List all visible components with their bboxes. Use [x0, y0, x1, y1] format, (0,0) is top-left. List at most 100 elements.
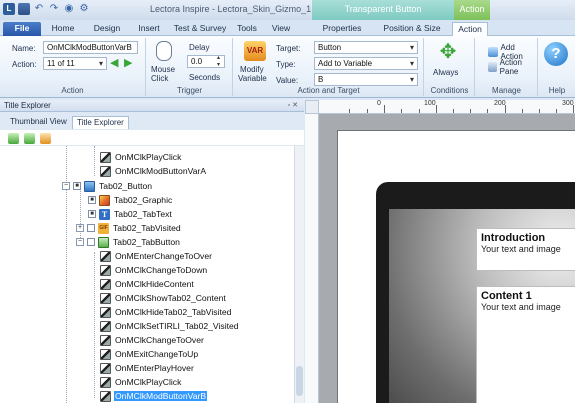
tab-file[interactable]: File	[3, 22, 41, 36]
lectora-logo-icon[interactable]: L	[3, 3, 15, 15]
filter-icon[interactable]	[40, 133, 51, 144]
ruler-label: 300	[562, 100, 574, 107]
visibility-checkbox[interactable]	[88, 196, 96, 204]
tab-title-explorer[interactable]: Title Explorer	[72, 116, 129, 129]
tree-item-selected[interactable]: OnMClkModButtonVarB	[100, 389, 208, 403]
tree-item[interactable]: Tab02_Graphic	[88, 193, 173, 207]
tab-position-size[interactable]: Position & Size	[378, 22, 446, 36]
tree-item[interactable]: OnMClkHideTab02_TabVisited	[100, 305, 232, 319]
tree-item[interactable]: OnMEnterPlayHover	[100, 361, 195, 375]
tab-thumbnail-view[interactable]: Thumbnail View	[6, 116, 71, 129]
tree-item[interactable]: OnMClkSetTIRLI_Tab02_Visited	[100, 319, 240, 333]
tree-item[interactable]: − Tab02_Button	[62, 179, 153, 193]
modify-variable-icon[interactable]: VAR	[244, 41, 266, 61]
value-input[interactable]: B	[314, 73, 418, 86]
collapse-toggle-icon[interactable]: −	[62, 182, 70, 190]
delay-input[interactable]: 0.0	[187, 55, 225, 69]
tab-design[interactable]: Design	[88, 22, 126, 36]
undo-icon[interactable]: ↶	[33, 3, 45, 15]
mouse-icon[interactable]	[156, 41, 172, 61]
tree-connector	[94, 146, 95, 176]
previous-action-arrow-icon[interactable]: ◀	[110, 56, 118, 69]
modify-variable-label[interactable]: Modify	[240, 65, 264, 74]
context-tab-action-header: Action	[454, 0, 490, 20]
visibility-checkbox[interactable]	[87, 238, 95, 246]
collapse-toggle-icon[interactable]: −	[76, 238, 84, 246]
tree-item[interactable]: OnMExitChangeToUp	[100, 347, 199, 361]
help-icon[interactable]: ?	[544, 42, 568, 66]
tab-insert[interactable]: Insert	[134, 22, 164, 36]
seconds-label: Seconds	[189, 73, 221, 82]
action-index-select[interactable]: 11 of 11	[43, 57, 107, 70]
title-bar: L ↶ ↷ ◉ ⚙ Lectora Inspire - Lectora_Skin…	[0, 0, 575, 20]
help-group: ? Help	[539, 38, 575, 96]
visibility-checkbox[interactable]	[88, 210, 96, 218]
window-title: Lectora Inspire - Lectora_Skin_Gizmo_1	[150, 4, 312, 14]
expand-all-icon[interactable]	[8, 133, 19, 144]
card-body: Your text and image	[481, 244, 561, 254]
publish-icon[interactable]: ◉	[63, 3, 75, 15]
visibility-checkbox[interactable]	[87, 224, 95, 232]
tree-item[interactable]: OnMClkModButtonVarA	[100, 164, 207, 178]
trigger-group-label: Trigger	[176, 86, 203, 95]
horizontal-ruler: 0 100 200 300	[319, 100, 575, 114]
tree-item[interactable]: OnMEnterChangeToOver	[100, 249, 213, 263]
next-action-arrow-icon[interactable]: ▶	[124, 56, 132, 69]
button-icon	[84, 180, 95, 192]
conditions-group-label: Conditions	[430, 86, 469, 95]
card-title: Content 1	[481, 290, 532, 302]
type-select[interactable]: Add to Variable	[314, 57, 418, 70]
tree-item[interactable]: T Tab02_TabText	[88, 207, 173, 221]
page-canvas: Introduction Your text and image Content…	[319, 114, 575, 403]
tree-item[interactable]: + GIF Tab02_TabVisited	[76, 221, 182, 235]
scrollbar-thumb[interactable]	[296, 366, 303, 396]
target-select[interactable]: Button	[314, 41, 418, 54]
mouse-click-label-2[interactable]: Click	[151, 74, 168, 83]
mouse-click-label[interactable]: Mouse	[151, 65, 175, 74]
always-label[interactable]: Always	[433, 68, 458, 77]
tree-scrollbar[interactable]	[294, 146, 304, 403]
action-label: Action:	[12, 60, 37, 69]
name-label: Name:	[12, 44, 36, 53]
text-icon: T	[99, 208, 110, 220]
visibility-checkbox[interactable]	[73, 182, 81, 190]
tree-item[interactable]: − Tab02_TabButton	[76, 235, 181, 249]
tree-item[interactable]: OnMClkChangeToOver	[100, 333, 205, 347]
title-explorer-tree: OnMClkPlayClick OnMClkModButtonVarA − Ta…	[0, 146, 294, 403]
type-label: Type:	[276, 60, 296, 69]
explorer-toolbar	[0, 130, 304, 146]
action-pane-icon	[488, 62, 497, 72]
quick-access-toolbar: L ↶ ↷ ◉ ⚙	[3, 3, 90, 15]
content-card-content-1[interactable]: Content 1 Your text and image	[476, 286, 575, 403]
image-icon	[99, 194, 110, 206]
tree-item[interactable]: OnMClkShowTab02_Content	[100, 291, 227, 305]
event-icon	[100, 292, 111, 304]
pin-icon[interactable]: ▫ ✕	[288, 100, 298, 112]
tree-item[interactable]: OnMClkPlayClick	[100, 375, 182, 389]
tab-test-survey[interactable]: Test & Survey	[172, 22, 228, 36]
tree-item[interactable]: OnMClkHideContent	[100, 277, 195, 291]
modify-variable-label-2[interactable]: Variable	[238, 74, 267, 83]
tree-item[interactable]: OnMClkChangeToDown	[100, 263, 208, 277]
save-icon[interactable]	[18, 3, 30, 15]
redo-icon[interactable]: ↷	[48, 3, 60, 15]
target-label: Target:	[276, 44, 301, 53]
content-card-introduction[interactable]: Introduction Your text and image	[476, 228, 575, 271]
customize-gear-icon[interactable]: ⚙	[78, 3, 90, 15]
tab-view[interactable]: View	[268, 22, 294, 36]
action-pane-button[interactable]: Action Pane	[488, 58, 537, 76]
collapse-all-icon[interactable]	[24, 133, 35, 144]
ribbon: Name: OnMClkModButtonVarB Action: 11 of …	[0, 36, 575, 98]
tree-item[interactable]: OnMClkPlayClick	[100, 150, 182, 164]
always-arrows-icon[interactable]: ✥	[436, 41, 460, 65]
tab-action[interactable]: Action	[452, 22, 488, 36]
action-name-input[interactable]: OnMClkModButtonVarB	[43, 41, 138, 54]
event-icon	[100, 165, 111, 177]
ruler-label: 0	[377, 100, 381, 107]
expand-toggle-icon[interactable]: +	[76, 224, 84, 232]
tab-tools[interactable]: Tools	[234, 22, 260, 36]
tab-properties[interactable]: Properties	[318, 22, 366, 36]
tab-home[interactable]: Home	[46, 22, 80, 36]
title-explorer-header: Title Explorer ▫ ✕	[0, 100, 304, 112]
value-label: Value:	[276, 76, 299, 85]
